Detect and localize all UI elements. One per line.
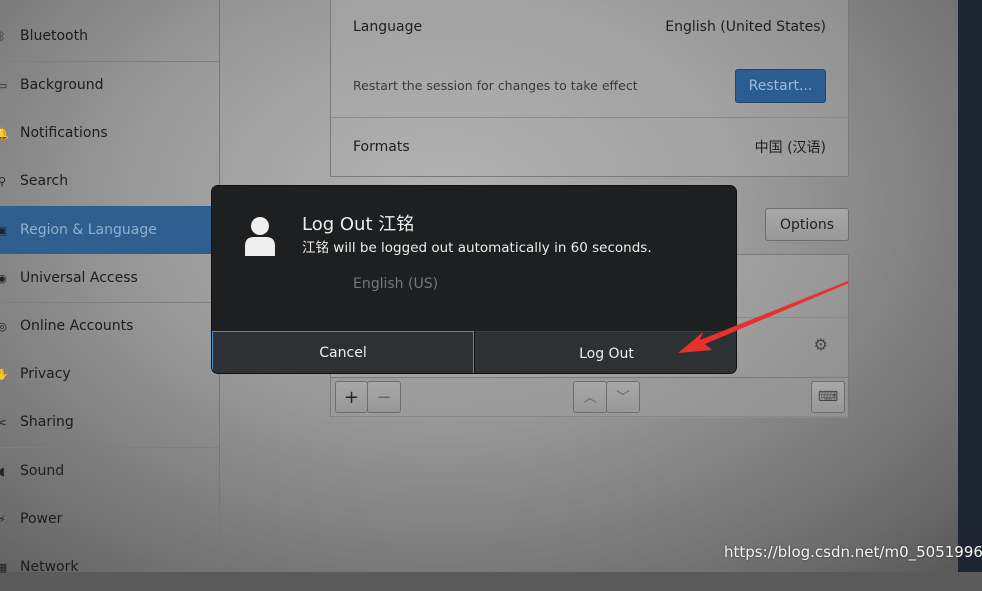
- input-source-label: English (US): [353, 276, 439, 292]
- watermark: https://blog.csdn.net/m0_50519965: [724, 543, 982, 561]
- red-arrow-annotation: [678, 281, 849, 353]
